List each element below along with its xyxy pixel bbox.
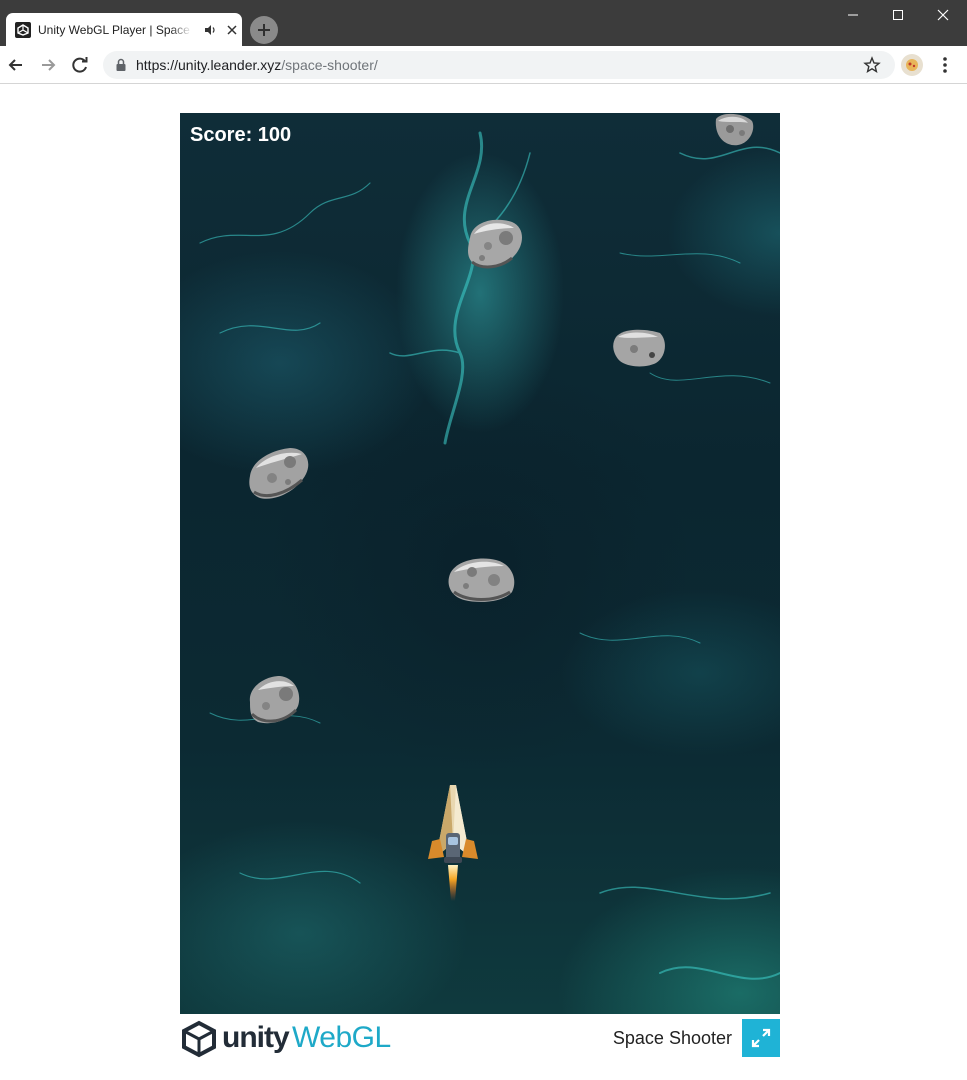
url-path: /space-shooter/ xyxy=(281,57,378,73)
minimize-icon xyxy=(848,14,858,16)
game-canvas[interactable]: Score: 100 xyxy=(180,113,780,1014)
close-icon xyxy=(937,9,949,21)
extension-icon[interactable] xyxy=(901,54,923,76)
speaker-icon[interactable] xyxy=(203,23,217,37)
url-text: https://unity.leander.xyz/space-shooter/ xyxy=(136,57,378,73)
unity-favicon-icon xyxy=(15,22,31,38)
tab-title: Unity WebGL Player | Space Shooter xyxy=(38,22,192,38)
url-host: https://unity.leander.xyz xyxy=(136,57,282,73)
asteroid xyxy=(249,448,309,499)
maximize-button[interactable] xyxy=(875,0,921,30)
unity-logo: unity WebGL xyxy=(180,1018,391,1058)
game-title: Space Shooter xyxy=(612,1028,732,1048)
plus-icon xyxy=(258,24,270,36)
fullscreen-button[interactable] xyxy=(742,1019,780,1057)
asteroid xyxy=(249,676,300,724)
unity-wordmark: unity xyxy=(222,1021,290,1054)
browser-toolbar: https://unity.leander.xyz/space-shooter/ xyxy=(0,46,967,84)
new-tab-button[interactable] xyxy=(250,16,278,44)
address-bar[interactable]: https://unity.leander.xyz/space-shooter/ xyxy=(103,51,895,79)
asteroid xyxy=(715,113,754,146)
asteroid xyxy=(448,558,515,602)
forward-arrow-icon[interactable] xyxy=(37,54,59,76)
webgl-footer: unity WebGL Space Shooter xyxy=(180,1014,780,1060)
browser-tab[interactable]: Unity WebGL Player | Space Shooter xyxy=(6,13,242,47)
back-arrow-icon[interactable] xyxy=(5,54,27,76)
browser-title-bar: Unity WebGL Player | Space Shooter xyxy=(0,0,967,47)
webgl-wordmark: WebGL xyxy=(292,1021,391,1054)
asteroid xyxy=(613,329,665,367)
tab-close-icon[interactable] xyxy=(224,22,240,38)
fullscreen-icon xyxy=(751,1028,771,1048)
minimize-button[interactable] xyxy=(830,0,876,30)
unity-cube-icon xyxy=(182,1020,216,1058)
asteroid xyxy=(468,219,522,269)
score-label: Score: 100 xyxy=(190,124,292,146)
lock-icon xyxy=(116,58,126,71)
player-spaceship xyxy=(428,785,478,901)
bookmark-star-icon[interactable] xyxy=(863,56,881,74)
maximize-icon xyxy=(893,10,903,20)
reload-icon[interactable] xyxy=(69,54,91,76)
more-menu-icon[interactable] xyxy=(936,54,954,76)
close-window-button[interactable] xyxy=(920,0,966,30)
